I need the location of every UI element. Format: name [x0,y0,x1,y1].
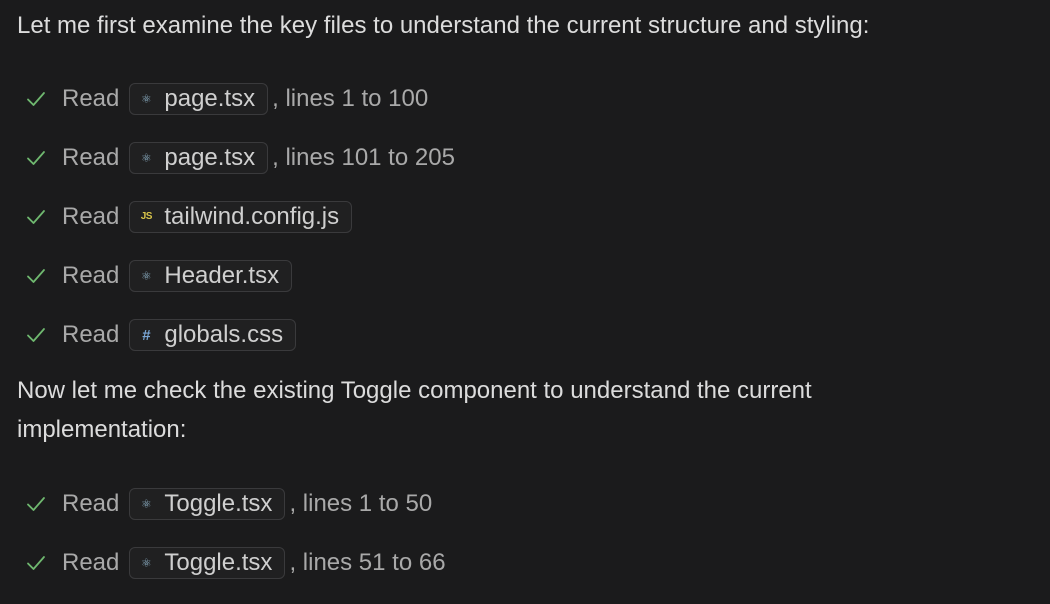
read-step: Read ⚛ page.tsx , lines 101 to 205 [24,140,455,176]
step-verb: Read [62,490,120,517]
js-file-icon: JS [140,211,153,222]
file-chip[interactable]: ⚛ page.tsx [129,83,269,115]
file-name: globals.css [164,321,284,348]
checkmark-icon [24,551,48,575]
react-icon: ⚛ [140,92,152,106]
step-verb: Read [62,144,120,171]
file-chip[interactable]: ⚛ Header.tsx [129,260,293,292]
file-chip[interactable]: # globals.css [129,319,297,351]
file-chip[interactable]: ⚛ Toggle.tsx [129,547,286,579]
read-step: Read ⚛ page.tsx , lines 1 to 100 [24,81,428,117]
file-chip[interactable]: ⚛ page.tsx [129,142,269,174]
read-step: Read ⚛ Header.tsx [24,258,293,294]
read-step: Read JS tailwind.config.js [24,199,353,235]
checkmark-icon [24,264,48,288]
file-name: page.tsx [164,85,256,112]
checkmark-icon [24,492,48,516]
line-range: , lines 51 to 66 [289,549,446,576]
file-chip[interactable]: ⚛ Toggle.tsx [129,488,286,520]
line-range: , lines 1 to 100 [272,85,429,112]
step-verb: Read [62,85,120,112]
line-range: , lines 101 to 205 [272,144,455,171]
read-step: Read ⚛ Toggle.tsx , lines 51 to 66 [24,545,446,581]
checkmark-icon [24,205,48,229]
file-name: Toggle.tsx [164,490,273,517]
read-step: Read ⚛ Toggle.tsx , lines 1 to 50 [24,486,432,522]
checkmark-icon [24,146,48,170]
assistant-message-intro: Let me first examine the key files to un… [17,12,870,39]
read-step: Read # globals.css [24,317,297,353]
step-verb: Read [62,262,120,289]
checkmark-icon [24,87,48,111]
react-icon: ⚛ [140,556,152,570]
file-name: Header.tsx [164,262,280,289]
step-verb: Read [62,549,120,576]
file-chip[interactable]: JS tailwind.config.js [129,201,353,233]
assistant-message-followup: Now let me check the existing Toggle com… [17,377,812,443]
step-verb: Read [62,321,120,348]
react-icon: ⚛ [140,151,152,165]
react-icon: ⚛ [140,269,152,283]
chat-transcript: Let me first examine the key files to un… [0,0,1050,604]
line-range: , lines 1 to 50 [289,490,433,517]
css-file-icon: # [142,326,151,344]
react-icon: ⚛ [140,497,152,511]
file-name: Toggle.tsx [164,549,273,576]
file-name: tailwind.config.js [164,203,340,230]
step-verb: Read [62,203,120,230]
file-name: page.tsx [164,144,256,171]
checkmark-icon [24,323,48,347]
